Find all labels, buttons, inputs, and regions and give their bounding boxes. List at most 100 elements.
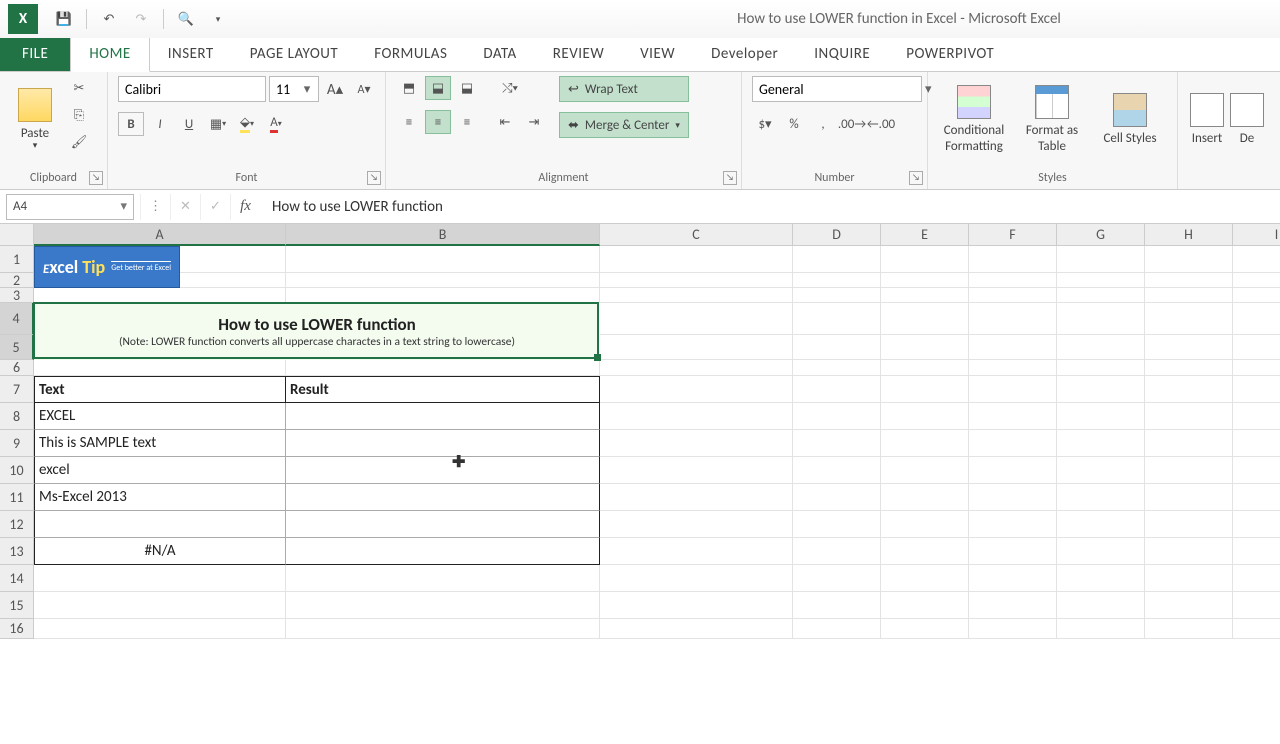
- tab-page-layout[interactable]: PAGE LAYOUT: [232, 37, 356, 71]
- align-bottom-icon[interactable]: ⬓: [454, 76, 480, 100]
- row-header-10[interactable]: 10: [0, 457, 34, 484]
- cell-F15[interactable]: [969, 592, 1057, 619]
- cell-C16[interactable]: [600, 619, 793, 639]
- currency-icon[interactable]: $▾: [752, 112, 778, 136]
- insert-cells-button[interactable]: Insert: [1188, 76, 1226, 164]
- cell-F7[interactable]: [969, 376, 1057, 403]
- cell-D16[interactable]: [793, 619, 881, 639]
- grow-font-icon[interactable]: A▴: [322, 77, 348, 101]
- fx-icon[interactable]: fx: [230, 194, 260, 220]
- cell-G6[interactable]: [1057, 360, 1145, 376]
- increase-indent-icon[interactable]: ⇥: [521, 110, 547, 134]
- cell-H6[interactable]: [1145, 360, 1233, 376]
- tab-view[interactable]: VIEW: [622, 37, 693, 71]
- border-button[interactable]: ▦▾: [205, 112, 231, 136]
- orientation-icon[interactable]: ⤭▾: [492, 76, 528, 100]
- cell-F11[interactable]: [969, 484, 1057, 511]
- cell-A6[interactable]: [34, 360, 286, 376]
- align-left-icon[interactable]: ≡: [396, 110, 422, 134]
- cell-B16[interactable]: [286, 619, 600, 639]
- cell-D8[interactable]: [793, 403, 881, 430]
- cell-D10[interactable]: [793, 457, 881, 484]
- col-header-H[interactable]: H: [1145, 224, 1233, 246]
- font-color-button[interactable]: A▾: [263, 112, 289, 136]
- cell-G9[interactable]: [1057, 430, 1145, 457]
- cell-H10[interactable]: [1145, 457, 1233, 484]
- cell-I4[interactable]: [1233, 303, 1280, 335]
- cell-G10[interactable]: [1057, 457, 1145, 484]
- cell-E2[interactable]: [881, 273, 969, 288]
- cell-B12[interactable]: [286, 511, 600, 538]
- qat-customize-icon[interactable]: ▾: [204, 5, 232, 33]
- cell-C6[interactable]: [600, 360, 793, 376]
- cell-E13[interactable]: [881, 538, 969, 565]
- cell-C4[interactable]: [600, 303, 793, 335]
- cell-H7[interactable]: [1145, 376, 1233, 403]
- cell-A12[interactable]: [34, 511, 286, 538]
- cell-C9[interactable]: [600, 430, 793, 457]
- bold-button[interactable]: B: [118, 112, 144, 136]
- cell-D11[interactable]: [793, 484, 881, 511]
- cell-C1[interactable]: [600, 246, 793, 273]
- cell-E5[interactable]: [881, 335, 969, 360]
- cell-E6[interactable]: [881, 360, 969, 376]
- col-header-F[interactable]: F: [969, 224, 1057, 246]
- cell-B6[interactable]: [286, 360, 600, 376]
- number-launcher[interactable]: ↘: [909, 171, 923, 185]
- cell-A8[interactable]: EXCEL: [34, 403, 286, 430]
- col-header-E[interactable]: E: [881, 224, 969, 246]
- cell-B1[interactable]: [286, 246, 600, 273]
- cell-I9[interactable]: [1233, 430, 1280, 457]
- cell-B2[interactable]: [286, 273, 600, 288]
- cell-B10[interactable]: [286, 457, 600, 484]
- cell-G11[interactable]: [1057, 484, 1145, 511]
- row-header-15[interactable]: 15: [0, 592, 34, 619]
- row-header-11[interactable]: 11: [0, 484, 34, 511]
- clipboard-launcher[interactable]: ↘: [89, 171, 103, 185]
- italic-button[interactable]: I: [147, 112, 173, 136]
- col-header-C[interactable]: C: [600, 224, 793, 246]
- cell-A10[interactable]: excel: [34, 457, 286, 484]
- cell-E9[interactable]: [881, 430, 969, 457]
- alignment-launcher[interactable]: ↘: [723, 171, 737, 185]
- cell-E10[interactable]: [881, 457, 969, 484]
- cell-D12[interactable]: [793, 511, 881, 538]
- merge-center-button[interactable]: ⬌Merge & Center▾: [559, 112, 689, 138]
- cell-I11[interactable]: [1233, 484, 1280, 511]
- cell-I2[interactable]: [1233, 273, 1280, 288]
- cell-H15[interactable]: [1145, 592, 1233, 619]
- cell-C5[interactable]: [600, 335, 793, 360]
- cell-A13[interactable]: #N/A: [34, 538, 286, 565]
- cell-C2[interactable]: [600, 273, 793, 288]
- tab-developer[interactable]: Developer: [693, 37, 796, 71]
- cell-G3[interactable]: [1057, 288, 1145, 303]
- row-header-3[interactable]: 3: [0, 288, 34, 303]
- cell-A3[interactable]: [34, 288, 286, 303]
- excel-icon[interactable]: X: [8, 4, 38, 34]
- cell-E16[interactable]: [881, 619, 969, 639]
- row-header-8[interactable]: 8: [0, 403, 34, 430]
- cell-E11[interactable]: [881, 484, 969, 511]
- cell-B8[interactable]: [286, 403, 600, 430]
- decrease-decimal-icon[interactable]: ←.00: [868, 112, 894, 136]
- tab-powerpivot[interactable]: POWERPIVOT: [888, 37, 1012, 71]
- comma-icon[interactable]: ,: [810, 112, 836, 136]
- tab-review[interactable]: REVIEW: [535, 37, 622, 71]
- col-header-D[interactable]: D: [793, 224, 881, 246]
- row-header-16[interactable]: 16: [0, 619, 34, 639]
- number-format-select[interactable]: ▾: [752, 76, 922, 102]
- cell-G12[interactable]: [1057, 511, 1145, 538]
- row-header-6[interactable]: 6: [0, 360, 34, 376]
- cell-B9[interactable]: [286, 430, 600, 457]
- cell-C10[interactable]: [600, 457, 793, 484]
- cell-E14[interactable]: [881, 565, 969, 592]
- tab-formulas[interactable]: FORMULAS: [356, 37, 465, 71]
- cell-D5[interactable]: [793, 335, 881, 360]
- cell-E4[interactable]: [881, 303, 969, 335]
- tab-file[interactable]: FILE: [0, 37, 70, 71]
- cell-I16[interactable]: [1233, 619, 1280, 639]
- cell-B11[interactable]: [286, 484, 600, 511]
- row-header-9[interactable]: 9: [0, 430, 34, 457]
- align-top-icon[interactable]: ⬒: [396, 76, 422, 100]
- enter-formula-icon[interactable]: ✓: [200, 194, 230, 220]
